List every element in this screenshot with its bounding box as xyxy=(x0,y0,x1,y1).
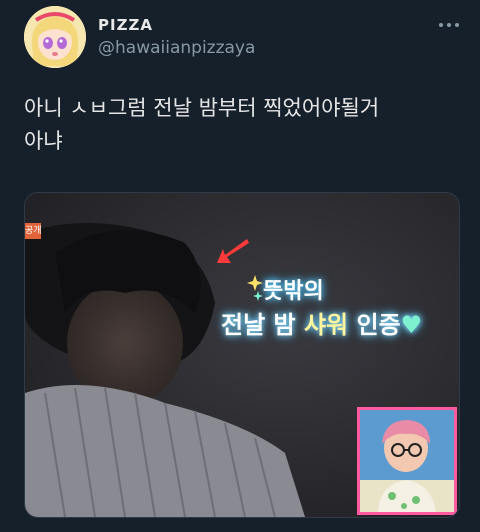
sparkle-small-icon xyxy=(253,291,263,301)
more-options-icon[interactable] xyxy=(438,12,460,33)
caption-part-2: 인증 xyxy=(348,311,401,339)
caption-accent: 샤워 xyxy=(303,311,349,339)
caption-part-1: 전날 밤 xyxy=(221,311,296,339)
avatar[interactable] xyxy=(24,6,86,68)
user-handle[interactable]: @hawaiianpizzaya xyxy=(98,38,255,58)
tweet-text: 아니 ㅅㅂ그럼 전날 밤부터 찍었어야될거 아냐 xyxy=(24,92,464,158)
heart-icon: ♥ xyxy=(400,311,423,339)
display-name[interactable]: PIZZA xyxy=(98,16,153,34)
avatar-illustration xyxy=(24,6,86,68)
tweet-text-line-2: 아냐 xyxy=(24,129,63,153)
arrow-icon xyxy=(217,239,249,263)
tweet-header: PIZZA @hawaiianpizzaya xyxy=(24,6,464,70)
tweet-media-image[interactable]: 공개 뜻밖의 전날 밤 샤워 인증♥ xyxy=(24,192,460,518)
reaction-inset xyxy=(357,407,457,515)
tweet-text-line-1: 아니 ㅅㅂ그럼 전날 밤부터 찍었어야될거 xyxy=(24,96,380,120)
caption-line-1: 뜻밖의 xyxy=(263,279,324,304)
reaction-inset-person xyxy=(360,410,454,512)
caption-line-2: 전날 밤 샤워 인증♥ xyxy=(221,305,422,340)
more-dots-icon xyxy=(439,23,459,27)
on-screen-tag: 공개 xyxy=(25,223,41,239)
sparkle-icon xyxy=(247,275,263,291)
